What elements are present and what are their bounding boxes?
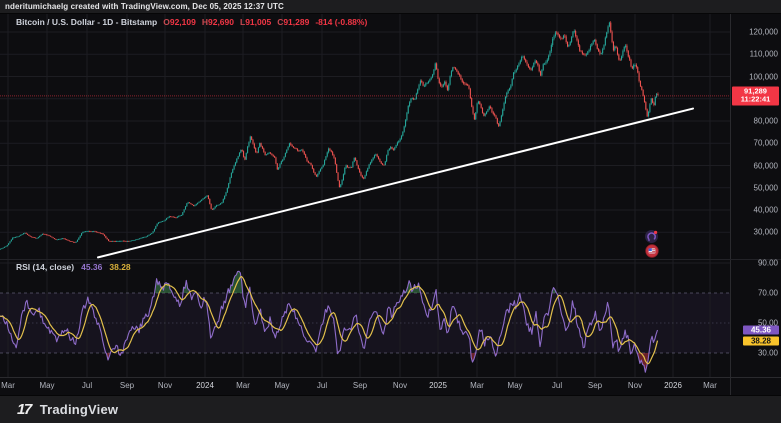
trendline-drawing[interactable] [98,109,693,258]
tradingview-snapshot: nderitumichaelg created with TradingView… [0,0,781,423]
time-tick-label: Mar [457,381,497,390]
price-tick-label: 50,000 [733,183,778,192]
time-tick-label: Nov [380,381,420,390]
ohlc-l: L91,005 [240,17,271,27]
time-tick-label: Sep [575,381,615,390]
rsi-tick-label: 70.00 [733,289,778,298]
sticker-red-badge[interactable] [645,244,659,263]
time-tick-label: Mar [0,381,28,390]
time-tick-label: 2026 [653,381,693,390]
last-price-badge: 91,28911:22:41 [732,86,779,105]
price-tick-label: 80,000 [733,117,778,126]
tradingview-logo-icon[interactable]: 17 [17,403,31,417]
ohlc-h: H92,690 [202,17,234,27]
time-tick-label: 2025 [418,381,458,390]
chart-canvas[interactable] [0,0,781,395]
time-tick-label: 2024 [185,381,225,390]
rsi-ma-legend-value: 38.28 [109,262,130,272]
rsi-tick-label: 30.00 [733,349,778,358]
time-tick-label: Jul [302,381,342,390]
time-tick-label: May [495,381,535,390]
time-tick-label: Sep [107,381,147,390]
price-tick-label: 100,000 [733,72,778,81]
time-tick-label: Mar [223,381,263,390]
rsi-tick-label: 90.00 [733,259,778,268]
rsi-ma-value-badge: 38.28 [743,336,779,345]
time-tick-label: May [27,381,67,390]
price-tick-label: 70,000 [733,139,778,148]
rsi-legend: RSI (14, close) 45.36 38.28 [16,262,131,272]
time-tick-label: Jul [67,381,107,390]
candlestick-series [0,21,659,250]
footer-bar: 17 TradingView [0,395,781,423]
price-tick-label: 40,000 [733,206,778,215]
price-tick-label: 120,000 [733,28,778,37]
time-tick-label: May [262,381,302,390]
symbol-legend: Bitcoin / U.S. Dollar - 1D - Bitstamp O9… [16,17,367,27]
ohlc-values: O92,109 H92,690 L91,005 C91,289 [163,17,309,27]
ohlc-c: C91,289 [277,17,309,27]
rsi-legend-value: 45.36 [81,262,102,272]
rsi-value-badge: 45.36 [743,325,779,334]
tradingview-wordmark[interactable]: TradingView [40,402,119,417]
time-tick-label: Mar [690,381,730,390]
time-tick-label: Sep [340,381,380,390]
symbol-title: Bitcoin / U.S. Dollar - 1D - Bitstamp [16,17,157,27]
time-tick-label: Nov [145,381,185,390]
price-tick-label: 60,000 [733,161,778,170]
rsi-legend-title: RSI (14, close) [16,262,74,272]
ohlc-o: O92,109 [163,17,196,27]
time-tick-label: Jul [537,381,577,390]
time-tick-label: Nov [615,381,655,390]
change-value: -814 (-0.88%) [315,17,367,27]
price-tick-label: 30,000 [733,228,778,237]
price-tick-label: 110,000 [733,50,778,59]
